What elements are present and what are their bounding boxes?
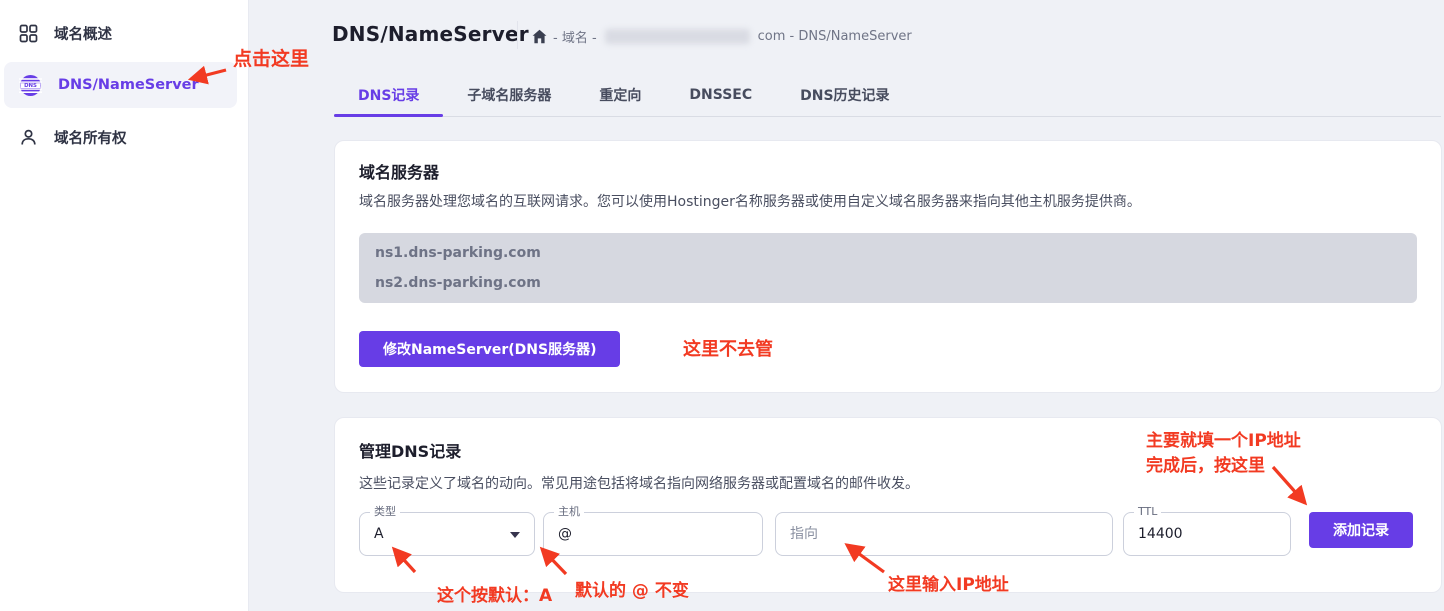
host-field[interactable]: 主机 bbox=[543, 512, 763, 556]
sidebar-item-domain-overview[interactable]: 域名概述 bbox=[4, 10, 237, 56]
nameserver-card-description: 域名服务器处理您域名的互联网请求。您可以使用Hostinger名称服务器或使用自… bbox=[359, 191, 1141, 211]
tab-redirects[interactable]: 重定向 bbox=[575, 73, 665, 116]
add-record-form: 类型 A 主机 TTL 添加记录 bbox=[359, 512, 1417, 556]
points-to-input[interactable] bbox=[790, 526, 1098, 542]
main-content: DNS/NameServer - 域名 - com - DNS/NameServ… bbox=[249, 0, 1444, 611]
tab-dns-records[interactable]: DNS记录 bbox=[334, 73, 443, 116]
svg-text:DNS: DNS bbox=[24, 83, 37, 89]
sidebar-item-label: DNS/NameServer bbox=[58, 77, 199, 93]
annotation-type-tip: 这个按默认：A bbox=[437, 581, 552, 606]
ttl-input[interactable] bbox=[1138, 526, 1276, 542]
host-input[interactable] bbox=[558, 526, 748, 542]
points-to-field[interactable] bbox=[775, 512, 1113, 556]
nameserver-2: ns2.dns-parking.com bbox=[375, 275, 1401, 291]
tab-bar: DNS记录 子域名服务器 重定向 DNSSEC DNS历史记录 bbox=[334, 73, 1441, 117]
header-divider bbox=[517, 21, 518, 49]
tab-dnssec[interactable]: DNSSEC bbox=[665, 73, 776, 116]
dns-records-card-description: 这些记录定义了域名的动向。常见用途包括将域名指向网络服务器或配置域名的邮件收发。 bbox=[359, 473, 919, 493]
annotation-click-here: 点击这里 bbox=[233, 44, 309, 71]
sidebar-item-label: 域名概述 bbox=[54, 23, 112, 44]
sidebar-item-dns-nameserver[interactable]: DNS DNS/NameServer bbox=[4, 62, 237, 108]
grid-icon bbox=[19, 24, 38, 43]
dns-globe-icon: DNS bbox=[19, 74, 42, 97]
nameserver-list: ns1.dns-parking.com ns2.dns-parking.com bbox=[359, 233, 1417, 303]
breadcrumb-suffix: com - DNS/NameServer bbox=[758, 29, 912, 44]
record-type-select[interactable]: 类型 A bbox=[359, 512, 535, 556]
annotation-main-tip-line1: 主要就填一个IP地址 bbox=[1146, 426, 1301, 451]
annotation-points-tip: 这里输入IP地址 bbox=[888, 570, 1009, 595]
sidebar-item-domain-ownership[interactable]: 域名所有权 bbox=[4, 114, 237, 160]
host-label: 主机 bbox=[554, 505, 584, 519]
nameserver-card-title: 域名服务器 bbox=[359, 159, 439, 183]
breadcrumb: - 域名 - com - DNS/NameServer bbox=[532, 27, 912, 45]
annotation-ignore-this: 这里不去管 bbox=[683, 335, 773, 361]
add-record-button[interactable]: 添加记录 bbox=[1309, 512, 1413, 548]
sidebar-item-label: 域名所有权 bbox=[54, 127, 127, 148]
dns-records-card-title: 管理DNS记录 bbox=[359, 438, 461, 462]
ttl-label: TTL bbox=[1134, 505, 1161, 519]
nameserver-card: 域名服务器 域名服务器处理您域名的互联网请求。您可以使用Hostinger名称服… bbox=[334, 140, 1442, 393]
chevron-down-icon bbox=[510, 532, 520, 538]
record-type-value: A bbox=[374, 526, 384, 542]
ttl-field[interactable]: TTL bbox=[1123, 512, 1291, 556]
tab-dns-history[interactable]: DNS历史记录 bbox=[776, 73, 913, 116]
record-type-label: 类型 bbox=[370, 505, 400, 519]
home-icon[interactable] bbox=[532, 29, 547, 44]
person-icon bbox=[19, 128, 38, 147]
annotation-host-tip: 默认的 @ 不变 bbox=[575, 576, 689, 601]
breadcrumb-prefix: - 域名 - bbox=[553, 27, 597, 46]
sidebar: 域名概述 DNS DNS/NameServer 域名所有权 bbox=[0, 0, 249, 611]
nameserver-1: ns1.dns-parking.com bbox=[375, 245, 1401, 261]
page-title: DNS/NameServer bbox=[332, 22, 529, 46]
blurred-domain bbox=[605, 29, 750, 44]
change-nameserver-button[interactable]: 修改NameServer(DNS服务器) bbox=[359, 331, 620, 367]
tab-child-nameservers[interactable]: 子域名服务器 bbox=[443, 73, 575, 116]
annotation-main-tip-line2: 完成后，按这里 bbox=[1146, 451, 1265, 476]
